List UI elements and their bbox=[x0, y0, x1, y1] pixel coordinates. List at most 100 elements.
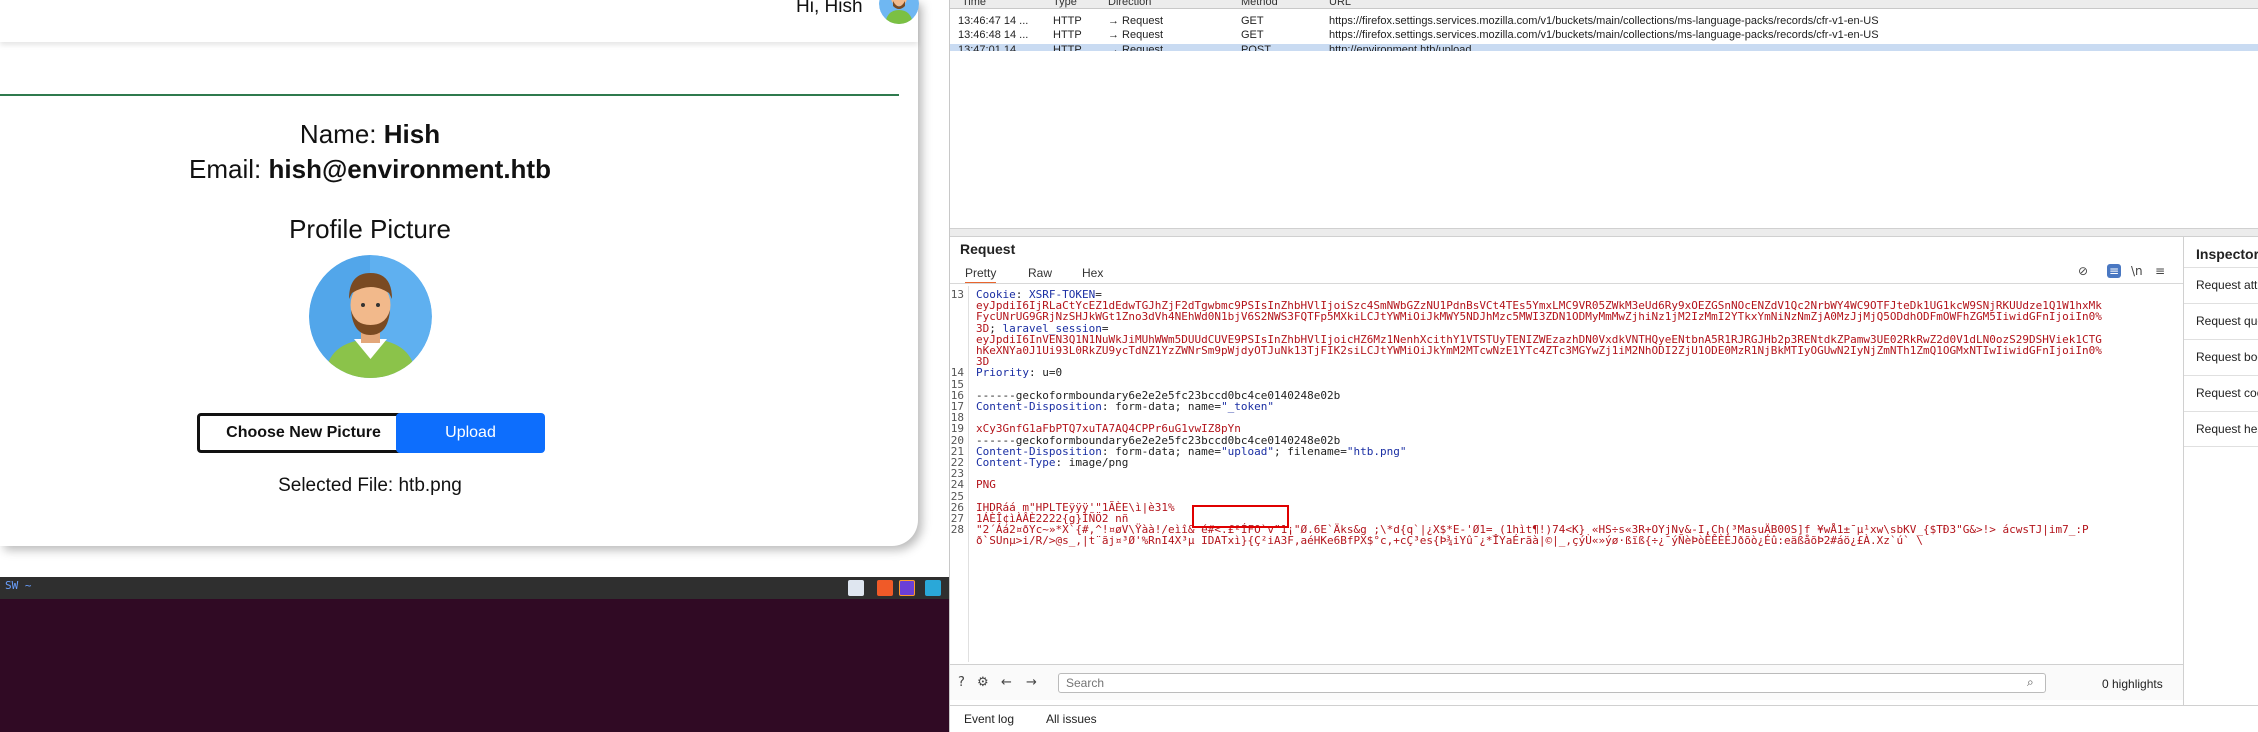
history-row[interactable]: 13:46:47 14 ... HTTP → Request GET https… bbox=[950, 15, 2258, 29]
profile-card: Hi, Hish Name: Hish Email: hish@environm… bbox=[0, 0, 919, 546]
user-avatar[interactable] bbox=[879, 0, 919, 24]
code-token: "upload" bbox=[1221, 444, 1275, 458]
code-token: PNG bbox=[976, 478, 996, 492]
row-type: HTTP bbox=[1053, 29, 1082, 41]
code-token: : form-data; name= bbox=[1101, 400, 1222, 413]
code-token: Content-Disposition bbox=[976, 400, 1102, 413]
bottom-tabs: Event log All issues bbox=[950, 705, 2258, 732]
row-time: 13:46:47 14 ... bbox=[958, 15, 1029, 27]
section-divider bbox=[0, 94, 899, 96]
history-empty-area bbox=[950, 51, 2258, 229]
name-line: Name: Hish bbox=[0, 119, 740, 150]
newline-icon[interactable]: \n bbox=[2131, 264, 2143, 278]
code-token: : u=0 bbox=[1028, 366, 1063, 380]
inspector-body-params[interactable]: Request body parameters bbox=[2184, 339, 2258, 375]
settings-icon[interactable]: ⚙ bbox=[977, 675, 989, 690]
request-pane-title: Request bbox=[960, 241, 1016, 257]
row-type: HTTP bbox=[1053, 15, 1082, 27]
col-type[interactable]: Type bbox=[1053, 0, 1077, 8]
search-bar: ? ⚙ ← → ⌕ 0 highlights bbox=[950, 664, 2183, 700]
tab-pretty[interactable]: Pretty bbox=[965, 266, 997, 284]
row-method: GET bbox=[1241, 29, 1264, 41]
search-input[interactable] bbox=[1058, 673, 2046, 693]
avatar-icon bbox=[879, 0, 919, 24]
code-line: PNG bbox=[976, 478, 996, 491]
name-value: Hish bbox=[383, 119, 441, 149]
row-method: GET bbox=[1241, 15, 1264, 27]
email-line: Email: hish@environment.htb bbox=[0, 154, 740, 185]
taskbar-label: SW ~ bbox=[5, 579, 32, 592]
row-direction: → Request bbox=[1108, 29, 1164, 41]
brave-icon[interactable] bbox=[877, 580, 893, 596]
email-value: hish@environment.htb bbox=[268, 154, 551, 184]
row-url: https://firefox.settings.services.mozill… bbox=[1329, 15, 1879, 27]
code-line: FycUNrUG9GRjNzSHJkWGt1Zno3dVh4NEhWd0N1bj… bbox=[976, 310, 2102, 323]
inspector-query-params[interactable]: Request query parameters bbox=[2184, 303, 2258, 339]
files-icon[interactable] bbox=[848, 580, 864, 596]
code-line: Priority: u=0 bbox=[976, 366, 1062, 379]
highlight-annotation-box bbox=[1192, 505, 1289, 528]
code-token: Priority bbox=[976, 366, 1029, 380]
code-token: ; filename= bbox=[1274, 444, 1347, 458]
code-token: FycUNrUG9GRjNzSHJkWGt1Zno3dVh4NEhWd0N1bj… bbox=[976, 310, 2102, 324]
hide-nonprintable-icon[interactable]: ⊘ bbox=[2078, 264, 2088, 278]
burp-suite-panel: Time Type Direction Method URL 13:46:47 … bbox=[949, 0, 2258, 732]
col-direction[interactable]: Direction bbox=[1108, 0, 1151, 8]
forward-arrow-icon[interactable]: → bbox=[1026, 675, 1037, 690]
inspector-panel: Inspector Request attributes Request que… bbox=[2183, 237, 2258, 705]
tab-raw[interactable]: Raw bbox=[1028, 266, 1052, 280]
selected-file-text: Selected File: htb.png bbox=[278, 475, 462, 496]
request-editor[interactable]: 13 Cookie: XSRF-TOKEN= eyJpdiI6IjRLaCtYcEZ… bbox=[950, 286, 2183, 662]
vscode-icon[interactable] bbox=[925, 580, 941, 596]
inspector-title: Inspector bbox=[2196, 246, 2258, 262]
code-line: Content-Disposition: form-data; name="_t… bbox=[976, 400, 1274, 413]
inspector-cookies[interactable]: Request cookies bbox=[2184, 375, 2258, 411]
choose-picture-button[interactable]: Choose New Picture bbox=[197, 413, 410, 453]
code-token: : image/png bbox=[1055, 456, 1129, 469]
col-url[interactable]: URL bbox=[1329, 0, 1351, 8]
col-method[interactable]: Method bbox=[1241, 0, 1278, 8]
code-line: Content-Type: image/png bbox=[976, 456, 1128, 469]
user-greeting[interactable]: Hi, Hish bbox=[796, 0, 863, 18]
history-row[interactable]: 13:46:48 14 ... HTTP → Request GET https… bbox=[950, 29, 2258, 43]
line-number: 13 bbox=[950, 288, 964, 301]
inspector-headers[interactable]: Request headers bbox=[2184, 411, 2258, 447]
firefox-icon[interactable] bbox=[899, 580, 915, 596]
pretty-print-icon[interactable]: ≡ bbox=[2107, 264, 2122, 278]
code-token: "_token" bbox=[1221, 400, 1275, 413]
code-line: ð`SUnµ>i/R/>@s_,|t¨ãj¤³Ø'%RnI4X³µ IDATxì… bbox=[976, 534, 1923, 547]
pane-splitter[interactable] bbox=[950, 229, 2258, 237]
help-icon[interactable]: ? bbox=[958, 675, 965, 690]
screen: Hi, Hish Name: Hish Email: hish@environm… bbox=[0, 0, 2258, 732]
tab-event-log[interactable]: Event log bbox=[964, 712, 1014, 726]
inspector-request-attributes[interactable]: Request attributes bbox=[2184, 267, 2258, 303]
row-direction: → Request bbox=[1108, 15, 1164, 27]
navbar: Hi, Hish bbox=[0, 0, 919, 42]
menu-icon[interactable]: ≡ bbox=[2155, 264, 2165, 278]
profile-picture-heading: Profile Picture bbox=[289, 214, 451, 244]
code-token: "htb.png" bbox=[1346, 444, 1407, 458]
name-label: Name: bbox=[299, 119, 377, 149]
browser-viewport: Hi, Hish Name: Hish Email: hish@environm… bbox=[0, 0, 949, 577]
row-url: https://firefox.settings.services.mozill… bbox=[1329, 29, 1879, 41]
row-time: 13:46:48 14 ... bbox=[958, 29, 1029, 41]
taskbar: SW ~ bbox=[0, 577, 949, 599]
upload-button[interactable]: Upload bbox=[396, 413, 545, 453]
highlights-count: 0 highlights bbox=[2102, 677, 2163, 691]
code-token: ð`SUnµ>i/R/>@s_,|t¨ãj¤³Ø'%RnI4X³µ IDATxì… bbox=[976, 534, 1924, 548]
gutter-divider bbox=[968, 286, 969, 662]
profile-picture bbox=[309, 255, 432, 378]
code-token: hKeXNYa0J1Ui93L0RkZU9ycTdNZ1YzZWNrSm9pWj… bbox=[976, 344, 2102, 357]
tab-all-issues[interactable]: All issues bbox=[1046, 712, 1097, 726]
tabs-underline bbox=[950, 283, 2183, 284]
col-time[interactable]: Time bbox=[962, 0, 986, 8]
tab-hex[interactable]: Hex bbox=[1082, 266, 1103, 280]
back-arrow-icon[interactable]: ← bbox=[1001, 675, 1012, 690]
line-number: 28 bbox=[950, 523, 964, 537]
search-icon[interactable]: ⌕ bbox=[2027, 675, 2034, 690]
code-token: Content-Type bbox=[976, 456, 1056, 469]
email-label: Email: bbox=[189, 154, 262, 184]
terminal-window[interactable] bbox=[0, 599, 949, 732]
profile-avatar-icon bbox=[309, 255, 432, 378]
code-line: hKeXNYa0J1Ui93L0RkZU9ycTdNZ1YzZWNrSm9pWj… bbox=[976, 344, 2102, 357]
